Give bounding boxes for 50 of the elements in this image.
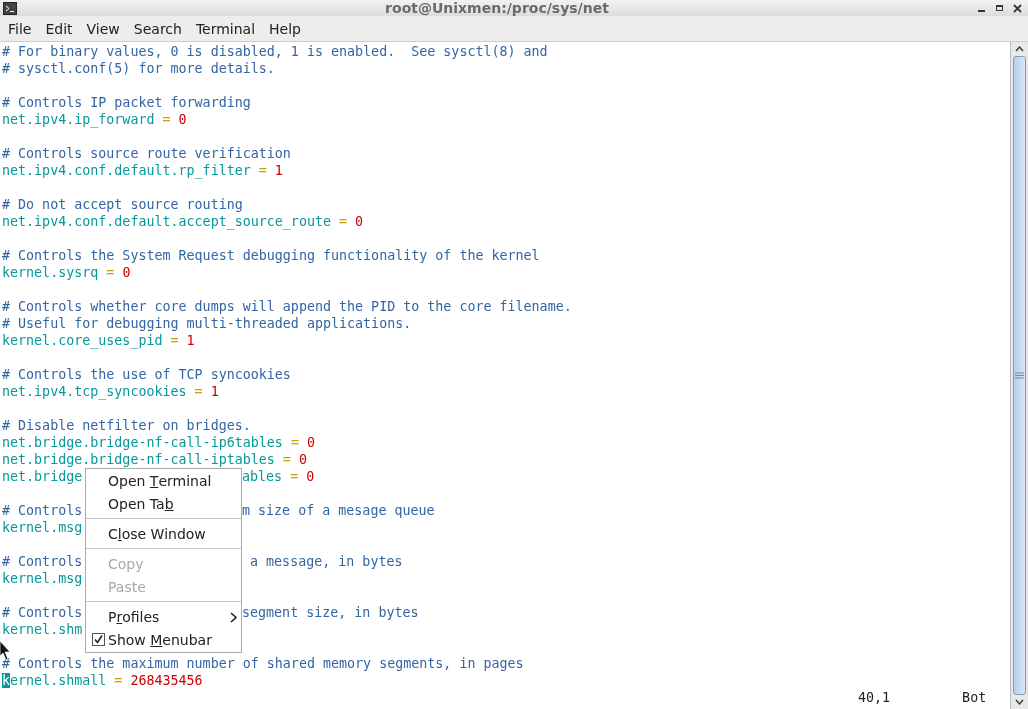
maximize-icon[interactable] xyxy=(995,3,1004,13)
code-line: # Controls xyxy=(2,503,83,518)
code-line: # For binary values, 0 is disabled, 1 is enabled. See sysctl(8) and xyxy=(2,43,548,60)
code-line: kernel.sysrq = 0 xyxy=(2,264,131,281)
code-line: a message, in bytes xyxy=(249,553,403,570)
code-line: kernel.msg xyxy=(2,571,83,586)
code-line: segment size, in bytes xyxy=(242,604,419,621)
code-line: # Controls source route verification xyxy=(2,145,291,162)
code-line: # Controls IP packet forwarding xyxy=(2,94,251,111)
code-line: kernel.shmall = 268435456 xyxy=(2,672,203,689)
code-line: # Controls xyxy=(2,605,83,620)
code-line: # Useful for debugging multi-threaded applications. xyxy=(2,315,412,332)
code-line: kernel.msg xyxy=(2,520,83,535)
code-line: # sysctl.conf(5) for more details. xyxy=(2,60,275,77)
code-line: net.bridge.bridge-nf-call-ip6tables = 0 xyxy=(2,434,315,451)
menu-item[interactable]: Terminal xyxy=(188,18,263,39)
code-line: m size of a mesage queue xyxy=(242,502,435,519)
code-line: # Controls the maximum number of shared memory segments, in pages xyxy=(2,655,524,672)
context-menu-item[interactable]: Open Terminal xyxy=(86,469,241,492)
code-line: net.ipv4.tcp_syncookies = 1 xyxy=(2,383,219,400)
menu-item[interactable]: Help xyxy=(262,18,308,39)
code-line: net.ipv4.ip_forward = 0 xyxy=(2,111,187,128)
close-icon[interactable] xyxy=(1013,3,1022,13)
code-line: # Controls whether core dumps will append the PID to the core filename. xyxy=(2,298,572,315)
code-line: net.bridge.bridge-nf-call-iptables = 0 xyxy=(2,451,307,468)
context-menu-item[interactable]: Open Tab xyxy=(86,492,241,515)
code-line: ables = 0 xyxy=(242,468,315,485)
terminal-icon xyxy=(3,1,17,15)
context-menu-item[interactable]: Show Menubar xyxy=(86,628,241,651)
scroll-position: Bot xyxy=(962,689,987,706)
code-line: # Controls xyxy=(2,554,83,569)
context-menu-item[interactable]: Close Window xyxy=(86,522,241,545)
code-line: net.ipv4.conf.default.accept_source_route = 0 xyxy=(2,213,364,230)
checkbox-icon xyxy=(92,633,105,646)
menu-item[interactable]: File xyxy=(1,18,39,39)
menu-item[interactable]: View xyxy=(79,18,127,39)
code-line: # Disable netfilter on bridges. xyxy=(2,417,251,434)
grip-icon xyxy=(1015,372,1024,379)
cursor-position: 40,1 xyxy=(858,689,891,706)
menu-item[interactable]: Search xyxy=(126,18,189,39)
code-line: # Do not accept source routing xyxy=(2,196,243,213)
code-line: # Controls the System Request debugging functionality of the kernel xyxy=(2,247,540,264)
code-line: kernel.core_uses_pid = 1 xyxy=(2,332,195,349)
code-line: # Controls the use of TCP syncookies xyxy=(2,366,291,383)
menu-item[interactable]: Edit xyxy=(38,18,80,39)
context-menu-item[interactable]: Profiles xyxy=(86,605,241,628)
window-title: root@Unixmen:/proc/sys/net xyxy=(384,0,610,16)
code-line: net.ipv4.conf.default.rp_filter = 1 xyxy=(2,162,283,179)
code-line: kernel.shm xyxy=(2,622,83,637)
code-line: net.bridge xyxy=(2,469,83,484)
